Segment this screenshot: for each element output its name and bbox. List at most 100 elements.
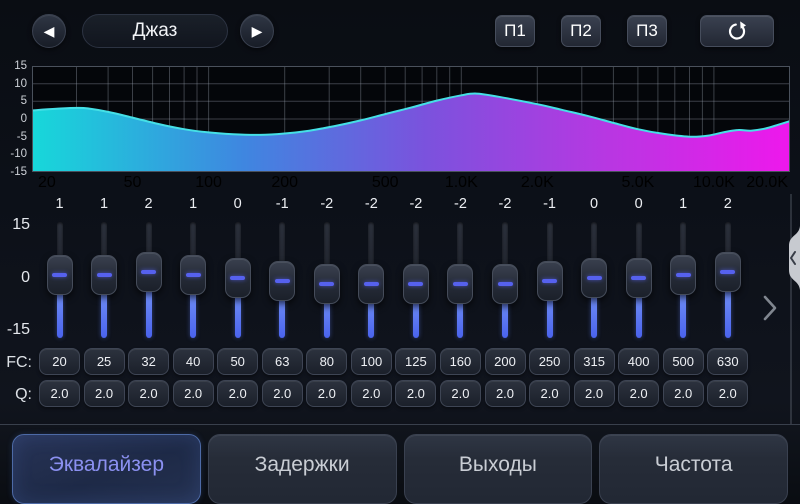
band-gain-value: 1 <box>171 196 215 212</box>
memory-preset-button-1[interactable]: П1 <box>495 15 535 47</box>
band-slider-thumb[interactable] <box>670 255 696 295</box>
memory-preset-button-2[interactable]: П2 <box>561 15 601 47</box>
thumb-dash-icon <box>186 273 201 277</box>
more-bands-button[interactable] <box>762 294 778 322</box>
band-slider-thumb[interactable] <box>447 264 473 304</box>
band-fc-button[interactable]: 125 <box>395 348 436 375</box>
memory-preset-button-3[interactable]: П3 <box>627 15 667 47</box>
band-gain-value: -1 <box>528 196 572 212</box>
band-fc-button[interactable]: 100 <box>351 348 392 375</box>
band-slider-thumb[interactable] <box>180 255 206 295</box>
band-fc-button[interactable]: 32 <box>128 348 169 375</box>
band-gain-value: 1 <box>661 196 705 212</box>
band-q-button[interactable]: 2.0 <box>707 380 748 407</box>
left-chevron-icon <box>786 226 800 290</box>
band-q-button[interactable]: 2.0 <box>485 380 526 407</box>
band-fc-button[interactable]: 40 <box>173 348 214 375</box>
preset-selector[interactable]: Джаз <box>82 14 228 48</box>
band-fc-button[interactable]: 250 <box>529 348 570 375</box>
band-fc-button[interactable]: 630 <box>707 348 748 375</box>
band-q-button[interactable]: 2.0 <box>217 380 258 407</box>
band-slider-thumb[interactable] <box>537 261 563 301</box>
band-q-button[interactable]: 2.0 <box>39 380 80 407</box>
freq-axis-tick: 200 <box>271 174 298 191</box>
band-fc-button[interactable]: 63 <box>262 348 303 375</box>
band-fc-button[interactable]: 500 <box>663 348 704 375</box>
band-gain-value: -2 <box>305 196 349 212</box>
band-fc-button[interactable]: 200 <box>485 348 526 375</box>
thumb-dash-icon <box>408 282 423 286</box>
band-gain-value: 0 <box>617 196 661 212</box>
band-fc-button[interactable]: 25 <box>84 348 125 375</box>
thumb-dash-icon <box>230 276 245 280</box>
band-slider-thumb[interactable] <box>492 264 518 304</box>
band-q-button[interactable]: 2.0 <box>262 380 303 407</box>
preset-name: Джаз <box>133 20 178 42</box>
band-slider-thumb[interactable] <box>269 261 295 301</box>
left-triangle-icon: ◀ <box>44 24 55 38</box>
eq-curve-chart: 20501002005001.0K2.0K5.0K10.0K20.0K <box>32 66 790 194</box>
band-fc-button[interactable]: 160 <box>440 348 481 375</box>
tab-delays[interactable]: Задержки <box>208 434 397 504</box>
next-preset-button[interactable]: ▶ <box>240 14 274 48</box>
fc-row-label: FC: <box>0 354 32 372</box>
band-q-button[interactable]: 2.0 <box>574 380 615 407</box>
band-gain-value: -2 <box>349 196 393 212</box>
band-q-button[interactable]: 2.0 <box>663 380 704 407</box>
thumb-dash-icon <box>141 270 156 274</box>
db-axis-tick: 10 <box>0 76 27 92</box>
equalizer-screen: ◀ Джаз ▶ П1 П2 П3 151050-5-10-15 2050100… <box>0 0 800 500</box>
drawer-handle[interactable] <box>786 226 800 290</box>
band-slider-thumb[interactable] <box>358 264 384 304</box>
band-fc-button[interactable]: 50 <box>217 348 258 375</box>
db-axis-tick: 0 <box>0 111 27 127</box>
freq-axis-tick: 5.0K <box>621 174 654 191</box>
thumb-dash-icon <box>364 282 379 286</box>
db-axis-tick: -15 <box>0 164 27 180</box>
band-gain-value: -1 <box>260 196 304 212</box>
freq-axis-tick: 20.0K <box>746 174 788 191</box>
band-slider-thumb[interactable] <box>47 255 73 295</box>
band-slider-thumb[interactable] <box>314 264 340 304</box>
band-fc-button[interactable]: 400 <box>618 348 659 375</box>
gain-scale-min: -15 <box>0 322 30 338</box>
band-slider-thumb[interactable] <box>626 258 652 298</box>
band-slider-thumb[interactable] <box>136 252 162 292</box>
prev-preset-button[interactable]: ◀ <box>32 14 66 48</box>
band-q-button[interactable]: 2.0 <box>395 380 436 407</box>
band-q-button[interactable]: 2.0 <box>618 380 659 407</box>
band-q-button[interactable]: 2.0 <box>128 380 169 407</box>
band-q-button[interactable]: 2.0 <box>529 380 570 407</box>
band-gain-value: 1 <box>82 196 126 212</box>
band-slider-thumb[interactable] <box>91 255 117 295</box>
thumb-dash-icon <box>587 276 602 280</box>
thumb-dash-icon <box>720 270 735 274</box>
reset-circular-arrow-icon <box>727 21 747 41</box>
band-q-button[interactable]: 2.0 <box>306 380 347 407</box>
band-slider-thumb[interactable] <box>403 264 429 304</box>
band-q-button[interactable]: 2.0 <box>351 380 392 407</box>
right-chevron-icon <box>762 294 778 322</box>
thumb-dash-icon <box>453 282 468 286</box>
band-q-button[interactable]: 2.0 <box>173 380 214 407</box>
freq-axis-tick: 100 <box>195 174 222 191</box>
tab-equalizer[interactable]: Эквалайзер <box>12 434 201 504</box>
freq-axis-tick: 50 <box>124 174 142 191</box>
band-gain-value: -2 <box>438 196 482 212</box>
band-q-button[interactable]: 2.0 <box>84 380 125 407</box>
band-q-button[interactable]: 2.0 <box>440 380 481 407</box>
tab-outputs[interactable]: Выходы <box>404 434 593 504</box>
tab-frequency[interactable]: Частота <box>599 434 788 504</box>
band-fc-button[interactable]: 315 <box>574 348 615 375</box>
memory-preset-label: П3 <box>636 21 658 41</box>
band-slider-thumb[interactable] <box>225 258 251 298</box>
band-gain-value: -2 <box>394 196 438 212</box>
band-fc-button[interactable]: 80 <box>306 348 347 375</box>
tab-bar: Эквалайзер Задержки Выходы Частота <box>12 434 788 504</box>
band-slider-thumb[interactable] <box>715 252 741 292</box>
thumb-dash-icon <box>676 273 691 277</box>
reset-eq-button[interactable] <box>700 15 774 47</box>
q-row-label: Q: <box>0 386 32 404</box>
band-slider-thumb[interactable] <box>581 258 607 298</box>
band-fc-button[interactable]: 20 <box>39 348 80 375</box>
